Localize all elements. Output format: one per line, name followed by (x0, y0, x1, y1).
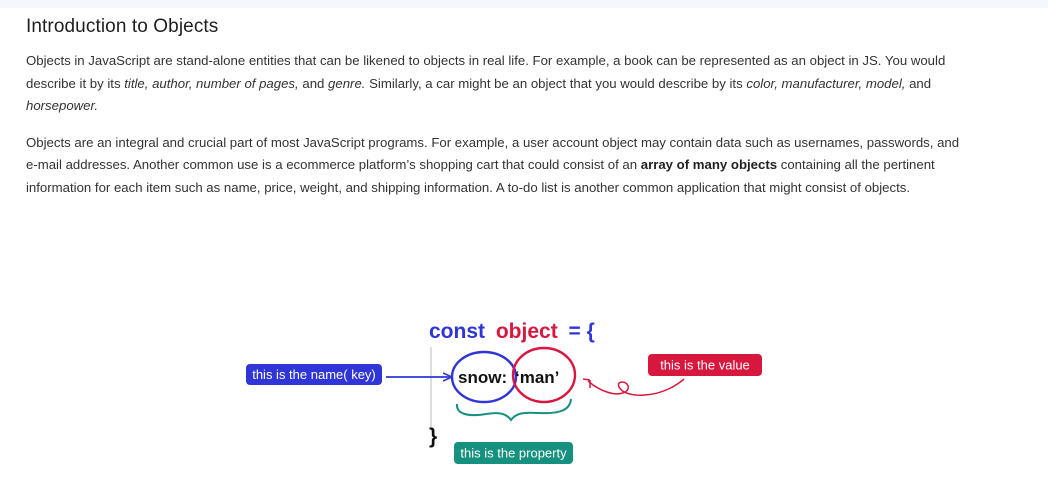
code-value: ‘man’ (515, 368, 559, 387)
property-label-badge (454, 442, 573, 464)
p1-text-3: Similarly, a car might be an object that… (365, 75, 747, 91)
p1-emphasis-3: color, manufacturer, model, (746, 75, 906, 91)
code-object-name: object (496, 320, 558, 343)
article: Introduction to Objects Objects in JavaS… (26, 16, 971, 199)
value-circle (511, 346, 577, 404)
code-const-keyword: const (429, 320, 485, 343)
code-close-brace: } (429, 425, 437, 448)
code-equals-brace: = { (569, 320, 595, 343)
code-key: snow: (458, 368, 507, 387)
value-arrow (587, 378, 685, 396)
key-circle (450, 350, 518, 404)
p1-emphasis-4: horsepower. (26, 98, 99, 113)
property-brace (455, 398, 572, 422)
property-label-text: this is the property (460, 446, 567, 461)
p1-text-2: and (298, 75, 329, 91)
p1-emphasis-2: genre. (328, 75, 366, 91)
p2-bold-1: array of many objects (640, 157, 778, 172)
value-label-badge (648, 354, 762, 376)
svg-text:const object = {: const object = { (429, 320, 595, 343)
key-label-badge (246, 364, 382, 385)
usage-paragraph: Objects are an integral and crucial part… (26, 132, 971, 200)
page-title: Introduction to Objects (26, 16, 219, 37)
value-arrow-head (582, 378, 591, 388)
p1-emphasis-1: title, author, number of pages, (124, 75, 299, 91)
p1-text-4: and (905, 75, 932, 91)
top-bar (0, 0, 1048, 8)
value-label-text: this is the value (660, 358, 750, 373)
key-label-text: this is the name( key) (252, 367, 376, 382)
intro-paragraph: Objects in JavaScript are stand-alone en… (26, 50, 971, 118)
